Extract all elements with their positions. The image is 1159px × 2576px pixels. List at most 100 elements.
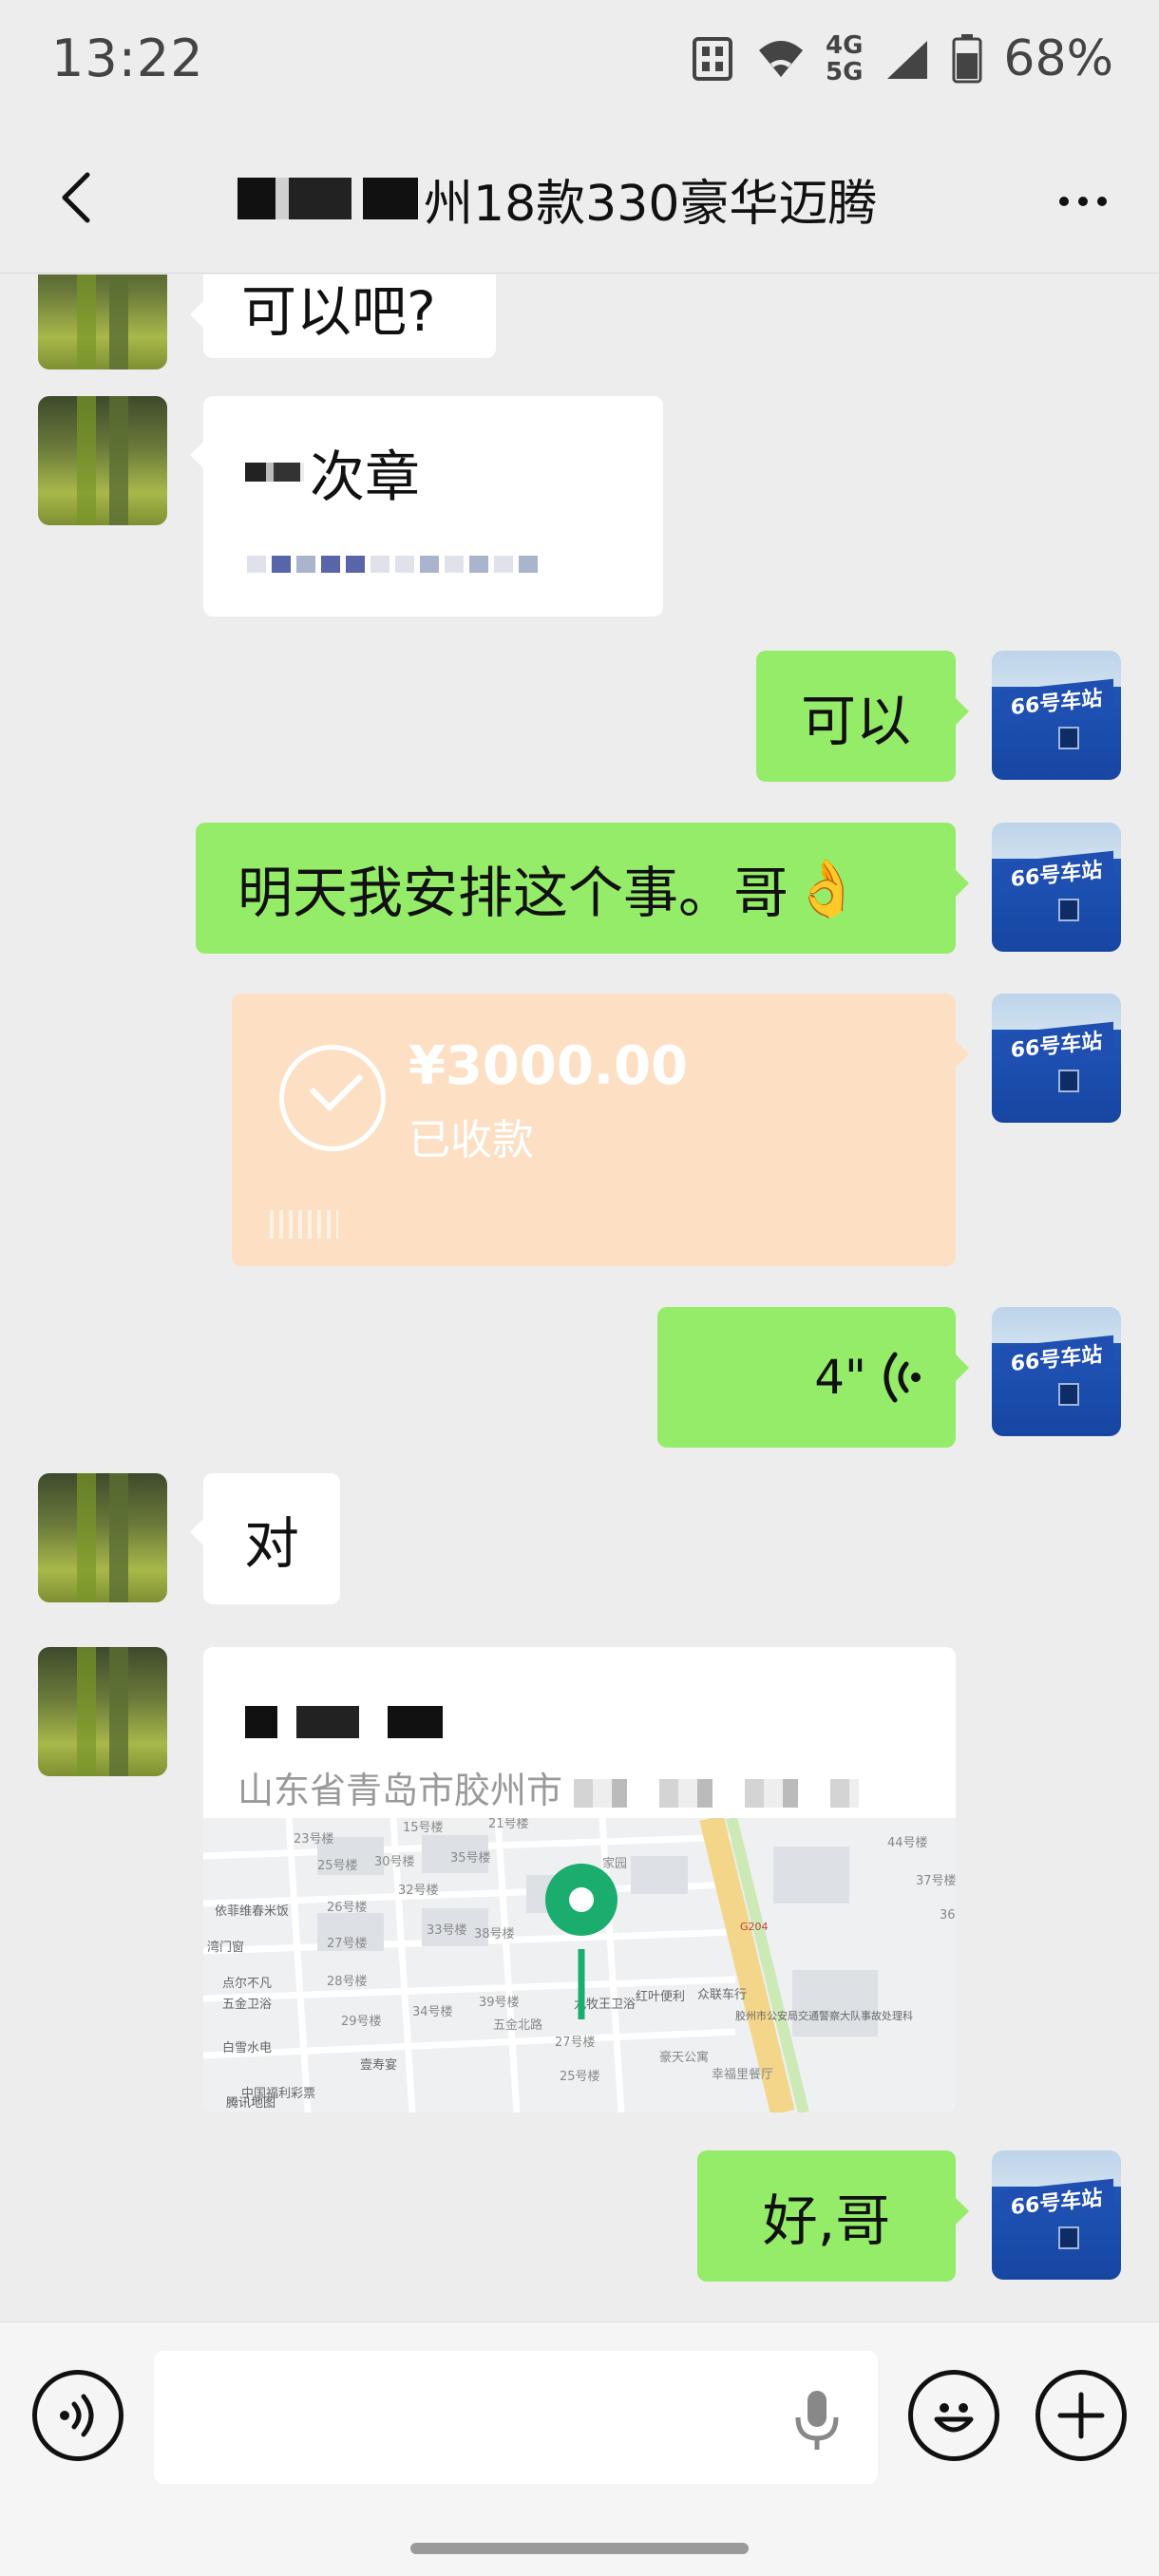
message-text: 对 <box>243 1511 299 1576</box>
redaction <box>245 463 304 482</box>
check-circle-icon <box>279 1045 386 1151</box>
chat-title-text: 州18款330豪华迈腾 <box>424 175 878 233</box>
map-label: 五金北路 <box>493 2017 542 2033</box>
map-label: 39号楼 <box>479 1996 520 2010</box>
chat-messages[interactable]: 可以吧? 次章 66号车站 可以 66号车站 明天我安排这个事。哥 👌 66号车… <box>0 275 1159 2321</box>
map-label: 点尔不凡 <box>222 1977 272 1991</box>
map-label: 依菲维春米饭 <box>215 1904 289 1919</box>
map-label: 30号楼 <box>374 1855 415 1869</box>
map-label: 白雪水电 <box>222 2040 272 2055</box>
map-label: 豪天公寓 <box>659 2050 709 2065</box>
voice-mode-button[interactable] <box>32 2370 124 2461</box>
map-label: 幸福里餐厅 <box>712 2067 773 2082</box>
map-label: 23号楼 <box>294 1832 334 1847</box>
avatar-window <box>1058 727 1079 749</box>
input-bar <box>0 2321 1159 2576</box>
map-label: 26号楼 <box>327 1901 368 1915</box>
voice-wave-icon <box>884 1352 921 1403</box>
map-label: 44号楼 <box>887 1836 928 1850</box>
avatar-self[interactable]: 66号车站 <box>992 1307 1121 1436</box>
message-bubble[interactable]: 次章 <box>190 396 663 616</box>
status-time: 13:22 <box>51 28 204 88</box>
avatar-other[interactable] <box>38 396 167 525</box>
message-bubble[interactable]: 对 <box>190 1473 340 1604</box>
message-text: 次章 <box>310 445 421 509</box>
map-label: 33号楼 <box>427 1923 467 1938</box>
status-bar: 13:22 4G 5G 68% <box>0 0 1159 122</box>
redaction <box>247 556 538 573</box>
network-type-top: 4G <box>825 31 864 60</box>
network-type: 4G 5G <box>826 32 863 85</box>
back-button[interactable] <box>38 160 114 236</box>
chat-title: 州18款330豪华迈腾 <box>238 165 878 233</box>
more-dots-icon <box>1059 197 1069 206</box>
message-bubble[interactable]: 可以吧? <box>190 275 496 358</box>
map-label: 29号楼 <box>341 2015 382 2029</box>
location-card[interactable]: 山东省青岛市胶州市 21号楼 15号楼 23号楼 25号楼 30号楼 35号楼 … <box>203 1647 956 2112</box>
map-label: 众联车行 <box>697 1987 747 2002</box>
message-bubble[interactable]: 好,哥 <box>697 2150 969 2282</box>
home-indicator[interactable] <box>410 2543 749 2554</box>
avatar-self[interactable]: 66号车站 <box>992 2150 1121 2280</box>
map-label: 壹寿宴 <box>360 2057 397 2073</box>
avatar-sign: 66号车站 <box>999 1335 1113 1380</box>
status-icons: 4G 5G 68% <box>689 28 1113 89</box>
emoji-button[interactable] <box>908 2370 999 2461</box>
avatar-other[interactable] <box>38 1473 167 1602</box>
location-map[interactable]: 21号楼 15号楼 23号楼 25号楼 30号楼 35号楼 26号楼 32号楼 … <box>203 1818 956 2112</box>
map-label: 25号楼 <box>317 1859 358 1873</box>
avatar-sign: 66号车站 <box>999 850 1113 896</box>
sim-card-icon <box>692 37 732 81</box>
message-text: 可以 <box>800 689 911 753</box>
map-label: 28号楼 <box>327 1975 368 1989</box>
emoji-icon <box>934 2403 974 2433</box>
more-functions-button[interactable] <box>1036 2370 1127 2461</box>
location-address: 山东省青岛市胶州市 <box>238 1761 860 1813</box>
avatar-other[interactable] <box>38 1647 167 1776</box>
avatar-window <box>1058 2226 1079 2249</box>
avatar-sign: 66号车站 <box>999 2178 1113 2224</box>
avatar-sign: 66号车站 <box>999 1021 1113 1067</box>
signal-icon <box>887 41 928 79</box>
more-options-button[interactable] <box>1045 163 1121 239</box>
avatar-self[interactable]: 66号车站 <box>992 823 1121 952</box>
map-label: 38号楼 <box>474 1927 515 1941</box>
map-label: 红叶便利 <box>636 1989 685 2004</box>
voice-mode-icon <box>60 2394 94 2437</box>
map-label: 36 <box>940 1908 956 1923</box>
map-label: 34号楼 <box>412 2005 453 2019</box>
avatar-sign: 66号车站 <box>999 678 1113 724</box>
message-bubble[interactable]: 明天我安排这个事。哥 👌 <box>196 823 969 954</box>
map-label: 腾讯地图 <box>226 2095 276 2111</box>
avatar-window <box>1058 1070 1079 1092</box>
message-line: 次章 <box>245 432 420 512</box>
avatar-window <box>1058 1383 1079 1406</box>
map-label: 胶州市公安局交通警察大队事故处理科 <box>735 2009 913 2022</box>
transfer-status: 已收款 <box>408 1116 534 1165</box>
transfer-card[interactable]: ¥3000.00 已收款 <box>232 994 969 1266</box>
map-label: G204 <box>740 1921 769 1933</box>
voice-duration: 4" <box>814 1350 866 1405</box>
message-input[interactable] <box>154 2351 878 2484</box>
voice-message[interactable]: 4" <box>657 1307 969 1448</box>
map-label: 湾门窗 <box>207 1940 244 1955</box>
message-text: 好,哥 <box>762 2188 891 2253</box>
map-label: 五金卫浴 <box>222 1997 272 2012</box>
message-bubble[interactable]: 可以 <box>756 651 969 782</box>
location-name-redaction <box>245 1706 443 1738</box>
message-text: 可以吧? <box>241 279 436 344</box>
battery-percent: 68% <box>1003 30 1113 87</box>
battery-icon <box>952 34 982 84</box>
microphone-icon[interactable] <box>788 2387 846 2453</box>
avatar-window <box>1058 899 1079 921</box>
map-label: 15号楼 <box>403 1821 444 1835</box>
map-label: 32号楼 <box>398 1884 439 1898</box>
avatar-self[interactable]: 66号车站 <box>992 994 1121 1123</box>
avatar-other[interactable] <box>38 275 167 369</box>
avatar-self[interactable]: 66号车站 <box>992 651 1121 780</box>
map-label: 35号楼 <box>450 1851 491 1866</box>
more-dot <box>1078 197 1088 206</box>
wifi-icon <box>758 41 803 77</box>
title-redaction <box>238 178 418 219</box>
transfer-amount: ¥3000.00 <box>408 1035 689 1097</box>
